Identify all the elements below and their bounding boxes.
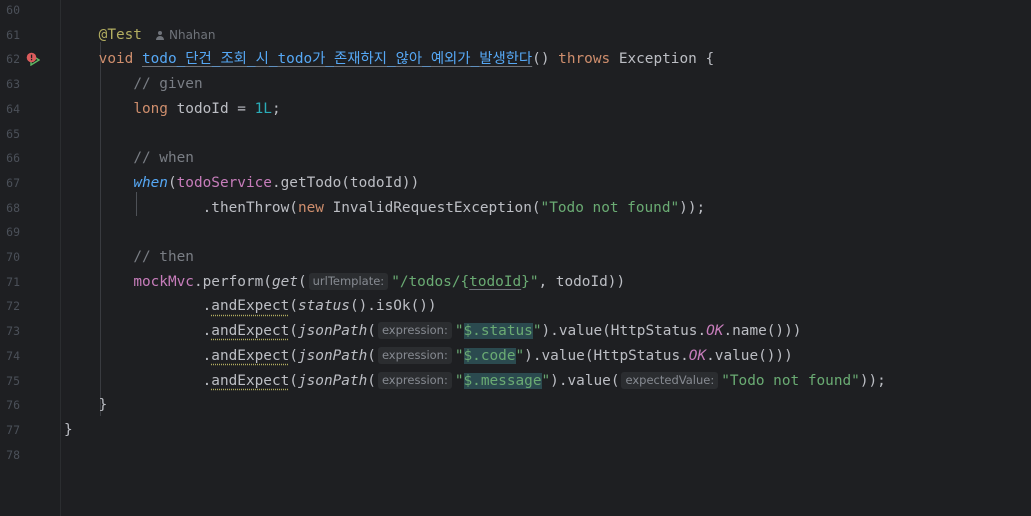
run-test-error-icon[interactable] <box>26 52 40 67</box>
line-number: 66 <box>6 151 20 166</box>
code-line[interactable]: 61 @Test Nhahan <box>0 23 1031 48</box>
parameter-hint: expectedValue: <box>621 371 719 389</box>
line-number: 68 <box>6 200 20 215</box>
line-code[interactable]: when(todoService.getTodo(todoId)) <box>64 171 419 196</box>
line-code[interactable]: @Test Nhahan <box>64 23 216 48</box>
comment: // given <box>133 76 203 93</box>
line-number: 69 <box>6 225 20 240</box>
line-code[interactable]: mockMvc.perform(get(urlTemplate: "/todos/… <box>64 270 625 295</box>
code-line[interactable]: 75 .andExpect(jsonPath(expression: "$.mes… <box>0 369 1031 394</box>
parameter-hint: expression: <box>377 322 452 340</box>
line-code[interactable]: .andExpect(jsonPath(expression: "$.messag… <box>64 369 886 394</box>
code-line[interactable]: 63 // given <box>0 72 1031 97</box>
code-line[interactable]: 73 .andExpect(jsonPath(expression: "$.sta… <box>0 319 1031 344</box>
code-editor[interactable]: 60 61 @Test Nhahan 62 void todo_단건_조회_시_t… <box>0 0 1031 516</box>
parameter-hint: expression: <box>377 371 452 389</box>
code-line[interactable]: 69 <box>0 220 1031 245</box>
line-number: 65 <box>6 126 20 141</box>
method-name[interactable]: todo_단건_조회_시_todo가_존재하지_않아_예외가_발생한다 <box>142 51 532 67</box>
line-number: 67 <box>6 175 20 190</box>
line-number: 76 <box>6 398 20 413</box>
parameter-hint: expression: <box>377 346 452 364</box>
line-code[interactable]: // when <box>64 146 194 171</box>
line-code[interactable]: } <box>64 418 73 443</box>
line-number: 74 <box>6 348 20 363</box>
line-number: 60 <box>6 3 20 17</box>
user-icon <box>155 30 164 40</box>
line-number: 61 <box>6 27 20 42</box>
code-line[interactable]: 71 mockMvc.perform(get(urlTemplate: "/tod… <box>0 270 1031 295</box>
line-number: 64 <box>6 101 20 116</box>
parameter-hint: urlTemplate: <box>308 272 389 290</box>
code-line[interactable]: 78 <box>0 443 1031 468</box>
comment: // then <box>133 249 194 265</box>
code-line[interactable]: 76 } <box>0 393 1031 418</box>
code-line[interactable]: 66 // when <box>0 146 1031 171</box>
line-number: 75 <box>6 373 20 388</box>
line-number: 62 <box>6 52 20 67</box>
line-code[interactable]: // then <box>64 245 194 270</box>
line-number: 77 <box>6 422 20 437</box>
line-code[interactable]: .andExpect(status().isOk()) <box>64 294 437 319</box>
code-line[interactable]: 70 // then <box>0 245 1031 270</box>
code-line[interactable]: 74 .andExpect(jsonPath(expression: "$.cod… <box>0 344 1031 369</box>
code-line[interactable]: 68 .thenThrow(new InvalidRequestExceptio… <box>0 196 1031 221</box>
annotation: @Test <box>98 26 142 43</box>
line-number: 73 <box>6 324 20 339</box>
code-line[interactable]: 72 .andExpect(status().isOk()) <box>0 294 1031 319</box>
code-line[interactable]: 77 } <box>0 418 1031 443</box>
line-code[interactable]: .andExpect(jsonPath(expression: "$.status… <box>64 319 801 344</box>
author-hint[interactable]: Nhahan <box>155 27 216 42</box>
code-line[interactable]: 62 void todo_단건_조회_시_todo가_존재하지_않아_예외가_발… <box>0 47 1031 72</box>
line-code[interactable]: } <box>64 393 108 418</box>
line-number: 78 <box>6 447 20 462</box>
code-line[interactable]: 67 when(todoService.getTodo(todoId)) <box>0 171 1031 196</box>
line-number: 71 <box>6 274 20 289</box>
line-number: 72 <box>6 299 20 314</box>
code-line[interactable]: 64 long todoId = 1L; <box>0 97 1031 122</box>
author-name: Nhahan <box>168 27 216 42</box>
line-number: 70 <box>6 250 20 264</box>
comment: // when <box>133 150 194 167</box>
line-code[interactable]: void todo_단건_조회_시_todo가_존재하지_않아_예외가_발생한다… <box>64 47 714 72</box>
line-number: 63 <box>6 77 20 92</box>
line-code[interactable]: .thenThrow(new InvalidRequestException("… <box>64 196 706 221</box>
code-line[interactable]: 60 <box>0 0 1031 23</box>
line-code[interactable]: .andExpect(jsonPath(expression: "$.code")… <box>64 344 793 369</box>
line-code[interactable]: long todoId = 1L; <box>64 97 280 122</box>
code-line[interactable]: 65 <box>0 122 1031 147</box>
line-code[interactable]: // given <box>64 72 203 97</box>
